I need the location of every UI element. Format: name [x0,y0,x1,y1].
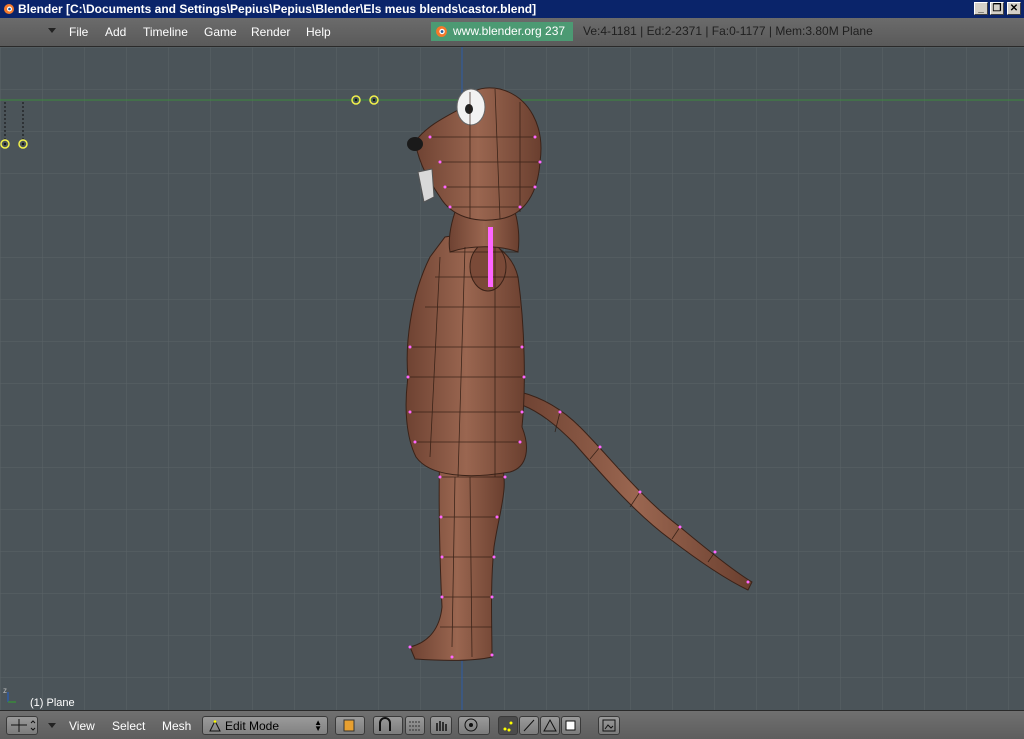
grab-icon [436,721,447,731]
maximize-button[interactable]: ❐ [990,2,1004,15]
beaver-body [405,235,527,477]
menu-add[interactable]: Add [105,25,126,39]
blender-logo-icon [436,26,447,37]
shading-icon [343,719,355,732]
proportional-edit-icon [464,718,478,732]
blender-org-link[interactable]: www.blender.org 237 [431,22,573,41]
menu-timeline[interactable]: Timeline [143,25,188,39]
proportional-edit-button[interactable] [458,716,490,735]
viewport-header: View Select Mesh Edit Mode ▲ ▼ [0,710,1024,739]
menu-help[interactable]: Help [306,25,331,39]
viewport-canvas[interactable]: z [0,47,1024,710]
manipulator-button[interactable] [405,716,425,735]
edge-select-button[interactable] [519,716,539,735]
render-preview-icon [602,719,616,732]
edit-mode-icon [209,720,221,732]
occlude-button[interactable] [561,716,581,735]
face-select-button[interactable] [540,716,560,735]
object-label: (1) Plane [30,697,75,709]
edge-select-icon [523,719,535,732]
blender-logo-icon [4,4,14,14]
mode-select-value: Edit Mode [225,719,280,733]
view-type-button[interactable] [6,716,38,735]
grab-button[interactable] [430,716,452,735]
pivot-icon [379,717,391,731]
scene-stats: Ve:4-1181 | Ed:2-2371 | Fa:0-1177 | Mem:… [583,24,873,38]
blender-org-link-label: www.blender.org 237 [453,24,566,38]
transform-manipulator-icon [409,721,421,731]
window-title: Blender [C:\Documents and Settings\Pepiu… [18,2,537,16]
menu-mesh[interactable]: Mesh [162,719,191,733]
svg-text:z: z [3,686,7,695]
beaver-nose [407,137,423,151]
close-button[interactable]: ✕ [1007,2,1021,15]
render-preview-button[interactable] [598,716,620,735]
vertex-select-button[interactable] [498,716,518,735]
vertex-select-icon [503,721,513,732]
view-type-icon [11,719,36,732]
menu-view[interactable]: View [69,719,95,733]
title-bar: Blender [C:\Documents and Settings\Pepiu… [0,0,1024,18]
minimize-button[interactable]: _ [974,2,988,15]
updown-arrow-icon: ▲ ▼ [314,718,322,733]
occlude-icon [565,720,576,731]
menu-file[interactable]: File [69,25,88,39]
menu-game[interactable]: Game [204,25,237,39]
header-collapse-icon[interactable] [48,723,56,728]
header-collapse-icon[interactable] [48,28,56,33]
face-select-icon [543,718,557,732]
shading-button[interactable] [335,716,365,735]
mode-select[interactable]: Edit Mode ▲ ▼ [202,716,328,735]
menu-render[interactable]: Render [251,25,290,39]
pivot-button[interactable] [373,716,403,735]
menu-select[interactable]: Select [112,719,145,733]
selected-vertices [488,227,493,287]
3d-viewport[interactable]: z (1) Plane [0,47,1024,710]
